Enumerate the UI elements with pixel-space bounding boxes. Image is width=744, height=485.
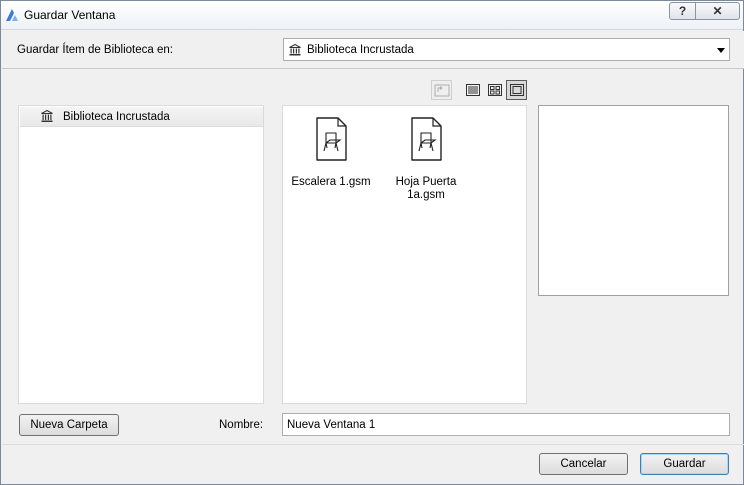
preview-view-button[interactable]	[506, 80, 527, 100]
file-name: Escalera 1.gsm	[291, 176, 371, 188]
help-button[interactable]: ?	[669, 2, 696, 20]
parent-folder-button[interactable]	[431, 80, 452, 100]
close-icon: ✕	[712, 4, 723, 18]
title-bar[interactable]: Guardar Ventana ? ✕	[1, 1, 743, 30]
archicad-app-icon	[6, 9, 18, 21]
tree-item-embedded-library[interactable]: Biblioteca Incrustada	[20, 107, 263, 127]
library-icon	[289, 44, 301, 56]
name-label: Nombre:	[219, 419, 264, 431]
icon-view-button[interactable]	[484, 80, 505, 100]
library-tree-panel[interactable]: Biblioteca Incrustada	[18, 105, 264, 404]
location-label: Guardar Ítem de Biblioteca en:	[17, 44, 173, 56]
location-selected-value: Biblioteca Incrustada	[307, 44, 414, 56]
window-title: Guardar Ventana	[24, 8, 116, 22]
preview-view-icon	[509, 84, 524, 96]
help-icon: ?	[678, 4, 687, 18]
close-button[interactable]: ✕	[696, 2, 740, 20]
library-icon	[41, 110, 53, 122]
location-dropdown[interactable]: Biblioteca Incrustada	[283, 38, 730, 61]
save-window-dialog: Guardar Ventana ? ✕ Guardar Ítem de Bibl…	[0, 0, 744, 485]
file-item[interactable]: Escalera 1.gsm	[286, 116, 376, 189]
file-browser-panel[interactable]: Escalera 1.gsm Hoja Puerta 1a.gsm	[282, 105, 527, 404]
folder-up-icon	[434, 84, 449, 97]
preview-panel	[538, 105, 729, 296]
save-button[interactable]: Guardar	[640, 453, 729, 475]
cancel-button[interactable]: Cancelar	[539, 453, 628, 475]
divider	[2, 444, 744, 445]
grid-view-icon	[487, 84, 502, 96]
chair-document-icon	[316, 117, 347, 161]
name-input[interactable]	[282, 413, 730, 436]
file-item[interactable]: Hoja Puerta 1a.gsm	[381, 116, 471, 202]
list-view-icon	[465, 84, 480, 96]
new-folder-button[interactable]: Nueva Carpeta	[19, 414, 119, 436]
chair-document-icon	[411, 117, 442, 161]
file-name: Hoja Puerta 1a.gsm	[395, 176, 457, 201]
list-view-button[interactable]	[462, 80, 483, 100]
chevron-down-icon	[717, 48, 725, 53]
tree-item-label: Biblioteca Incrustada	[63, 111, 170, 123]
